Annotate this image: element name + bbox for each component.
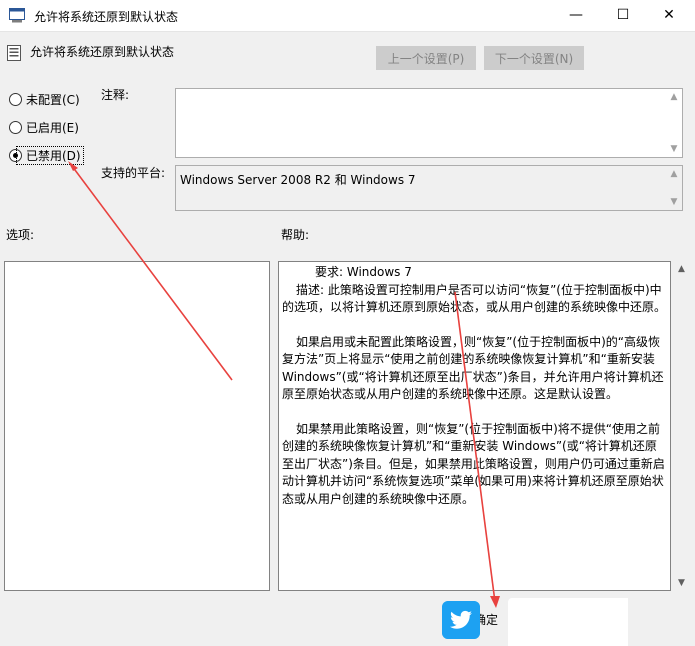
help-text: 要求: Windows 7 描述: 此策略设置可控制用户是否可以访问“恢复”(位… [282,264,667,525]
focus-rectangle [16,146,84,165]
platform-field: Windows Server 2008 R2 和 Windows 7 ▲ ▼ [175,165,683,211]
comment-textarea[interactable]: ▲ ▼ [175,88,683,158]
comment-label: 注释: [101,88,130,102]
next-setting-button[interactable]: 下一个设置(N) [484,46,584,70]
help-paragraph: 描述: 此策略设置可控制用户是否可以访问“恢复”(位于控制面板中)中的选项，以将… [282,282,667,315]
scroll-down-icon[interactable]: ▼ [673,575,690,591]
platform-scrollbar[interactable]: ▲ ▼ [666,166,682,210]
scroll-down-icon[interactable]: ▼ [666,194,682,210]
help-section-label: 帮助: [281,228,310,242]
scroll-down-icon[interactable]: ▼ [666,141,682,157]
maximize-button[interactable]: ☐ [600,0,646,31]
title-bar: 允许将系统还原到默认状态 — ☐ ✕ [0,0,695,32]
radio-circle [9,93,22,106]
minimize-button[interactable]: — [553,0,599,31]
platform-label: 支持的平台: [101,166,166,180]
options-panel [4,261,270,591]
radio-circle [9,121,22,134]
help-paragraph: 如果禁用此策略设置，则“恢复”(位于控制面板中)将不提供“使用之前创建的系统映像… [282,421,665,506]
scroll-up-icon[interactable]: ▲ [673,261,690,277]
policy-window-icon [9,8,25,23]
policy-name: 允许将系统还原到默认状态 [30,45,175,59]
help-paragraph: 如果启用或未配置此策略设置，则“恢复”(位于控制面板中)的“高级恢复方法”页上将… [282,334,664,402]
close-button[interactable]: ✕ [646,0,692,31]
twitter-bird-icon [442,601,480,639]
policy-setting-icon [7,45,21,61]
comment-scrollbar[interactable]: ▲ ▼ [666,89,682,157]
watermark-patch [508,598,628,646]
help-requirement: 要求: Windows 7 [315,265,412,279]
platform-value: Windows Server 2008 R2 和 Windows 7 [180,173,416,187]
scroll-up-icon[interactable]: ▲ [666,166,682,182]
window-title: 允许将系统还原到默认状态 [34,10,179,24]
help-panel: 要求: Windows 7 描述: 此策略设置可控制用户是否可以访问“恢复”(位… [278,261,671,591]
help-scrollbar[interactable]: ▲ ▼ [673,261,690,591]
scroll-up-icon[interactable]: ▲ [666,89,682,105]
previous-setting-button[interactable]: 上一个设置(P) [376,46,476,70]
radio-label: 已启用(E) [26,121,79,135]
options-section-label: 选项: [6,228,35,242]
radio-label: 未配置(C) [26,93,80,107]
